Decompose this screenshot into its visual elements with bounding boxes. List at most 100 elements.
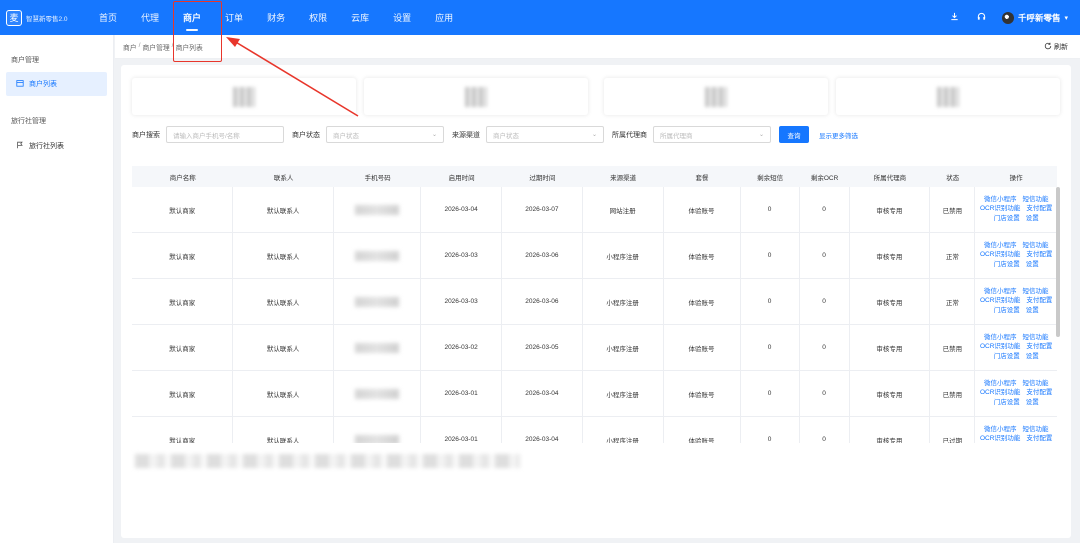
action-link-pay[interactable]: 支付配置 (1026, 344, 1052, 351)
source-channel: 小程序注册 (583, 324, 664, 371)
search-input[interactable]: 请输入商户手机号/名称 (166, 126, 284, 143)
blurred-phone (355, 342, 400, 353)
breadcrumb-item[interactable]: 商户 (123, 42, 137, 52)
table-row: 默认商家 默认联系人 2026-03-03 2026-03-06 小程序注册 体验账号 0 0… (132, 278, 1057, 325)
source-select[interactable]: 商户状态 ⌄ (486, 126, 604, 143)
column-header: 联系人 (273, 174, 294, 182)
action-link-pay[interactable]: 支付配置 (1026, 206, 1052, 213)
pagination[interactable] (135, 454, 520, 468)
action-link-sms[interactable]: 短信功能 (1022, 196, 1048, 204)
action-link-settings[interactable]: 设置 (1026, 353, 1039, 361)
contact-name: 默认联系人 (233, 370, 334, 417)
nav-agent[interactable]: 代理 (130, 0, 170, 35)
ocr-remaining: 0 (800, 370, 850, 417)
status-label: 商户状态 (292, 131, 320, 139)
agent: 审核专用 (850, 370, 931, 417)
action-link-pay[interactable]: 支付配置 (1026, 390, 1052, 397)
blurred-value (465, 86, 487, 107)
chevron-down-icon: ⌄ (758, 132, 764, 138)
sms-remaining: 0 (741, 370, 800, 417)
breadcrumb-item[interactable]: 商户管理 (142, 42, 169, 52)
action-link-sms[interactable]: 短信功能 (1022, 380, 1048, 388)
merchant-name: 默认商家 (132, 416, 234, 443)
sidebar-item-label: 旅行社列表 (29, 143, 64, 150)
status-placeholder: 商户状态 (333, 132, 359, 140)
nav-permission[interactable]: 权限 (298, 0, 338, 35)
action-link-ocr[interactable]: OCR识别功能 (980, 390, 1020, 397)
action-link-sms[interactable]: 短信功能 (1022, 426, 1048, 434)
action-link-pay[interactable]: 支付配置 (1026, 436, 1052, 443)
status-badge: 已禁用 (930, 370, 976, 417)
status-badge: 已禁用 (930, 187, 976, 233)
action-link-miniapp[interactable]: 微信小程序 (984, 196, 1017, 204)
download-icon[interactable] (950, 12, 959, 23)
avatar[interactable] (1001, 11, 1014, 24)
action-link-miniapp[interactable]: 微信小程序 (984, 334, 1017, 342)
query-button[interactable]: 查询 (779, 126, 809, 143)
action-link-settings[interactable]: 设置 (1026, 215, 1039, 223)
action-link-store[interactable]: 门店设置 (994, 307, 1020, 315)
nav-apps[interactable]: 应用 (424, 0, 464, 35)
status-select[interactable]: 商户状态 ⌄ (326, 126, 444, 143)
action-link-settings[interactable]: 设置 (1026, 399, 1039, 407)
agent: 审核专用 (850, 232, 931, 279)
action-link-store[interactable]: 门店设置 (994, 399, 1020, 407)
action-link-miniapp[interactable]: 微信小程序 (984, 288, 1017, 296)
row-actions: 微信小程序短信功能OCR识别功能支付配置门店设置设置 (975, 325, 1057, 371)
start-date: 2026-03-04 (421, 187, 502, 233)
table-scrollbar[interactable] (1056, 187, 1060, 337)
column-header: 剩余短信 (757, 174, 784, 182)
action-link-miniapp[interactable]: 微信小程序 (984, 242, 1017, 250)
more-filters-link[interactable]: 显示更多筛选 (819, 130, 858, 140)
action-link-pay[interactable]: 支付配置 (1026, 298, 1052, 305)
action-link-sms[interactable]: 短信功能 (1022, 242, 1048, 250)
app-logo[interactable]: 麦 智慧新零售2.0 (6, 9, 80, 26)
table-row: 默认商家 默认联系人 2026-03-02 2026-03-05 小程序注册 体验账号 0 0… (132, 324, 1057, 371)
sidebar-item-travel-list[interactable]: 旅行社列表 (0, 134, 113, 158)
action-link-sms[interactable]: 短信功能 (1022, 334, 1048, 342)
start-date: 2026-03-01 (421, 370, 502, 417)
column-header: 状态 (946, 174, 960, 182)
stat-card (836, 78, 1060, 115)
nav-settings[interactable]: 设置 (382, 0, 422, 35)
sms-remaining: 0 (741, 278, 800, 325)
agent: 审核专用 (850, 416, 931, 443)
action-link-miniapp[interactable]: 微信小程序 (984, 426, 1017, 434)
action-link-miniapp[interactable]: 微信小程序 (984, 380, 1017, 388)
action-link-store[interactable]: 门店设置 (994, 261, 1020, 269)
action-link-settings[interactable]: 设置 (1026, 307, 1039, 315)
ocr-remaining: 0 (800, 232, 850, 279)
sidebar-item-merchant-list[interactable]: 商户列表 (6, 72, 107, 96)
nav-cloud[interactable]: 云库 (340, 0, 380, 35)
blurred-phone (355, 296, 400, 307)
column-header: 操作 (1009, 174, 1023, 182)
table-row: 默认商家 默认联系人 2026-03-01 2026-03-04 小程序注册 体验账号 0 0… (132, 416, 1057, 443)
sidebar-group-travel: 旅行社管理 (11, 118, 46, 125)
action-link-ocr[interactable]: OCR识别功能 (980, 252, 1020, 259)
action-link-ocr[interactable]: OCR识别功能 (980, 344, 1020, 351)
action-link-pay[interactable]: 支付配置 (1026, 252, 1052, 259)
phone-number (334, 324, 422, 371)
action-link-store[interactable]: 门店设置 (994, 215, 1020, 223)
user-name[interactable]: 千呼新零售 (1018, 12, 1061, 24)
nav-finance[interactable]: 财务 (256, 0, 296, 35)
action-link-ocr[interactable]: OCR识别功能 (980, 206, 1020, 213)
stat-card (132, 78, 356, 115)
action-link-sms[interactable]: 短信功能 (1022, 288, 1048, 296)
action-link-ocr[interactable]: OCR识别功能 (980, 298, 1020, 305)
merchant-name: 默认商家 (132, 187, 234, 233)
nav-home[interactable]: 首页 (88, 0, 128, 35)
action-link-settings[interactable]: 设置 (1026, 261, 1039, 269)
agent-select[interactable]: 所属代理商 ⌄ (653, 126, 771, 143)
action-link-ocr[interactable]: OCR识别功能 (980, 436, 1020, 443)
merchant-name: 默认商家 (132, 232, 234, 279)
plan: 体验账号 (664, 232, 741, 279)
headset-icon[interactable] (977, 12, 986, 23)
column-header: 手机号码 (364, 174, 391, 182)
chevron-down-icon[interactable]: ▾ (1064, 14, 1068, 22)
filter-bar: 商户搜索 请输入商户手机号/名称 商户状态 商户状态 ⌄ 来源渠道 商户状态 ⌄… (132, 126, 858, 143)
refresh-button[interactable]: 刷新 (1044, 35, 1068, 59)
action-link-store[interactable]: 门店设置 (994, 353, 1020, 361)
sms-remaining: 0 (741, 232, 800, 279)
agent: 审核专用 (850, 278, 931, 325)
